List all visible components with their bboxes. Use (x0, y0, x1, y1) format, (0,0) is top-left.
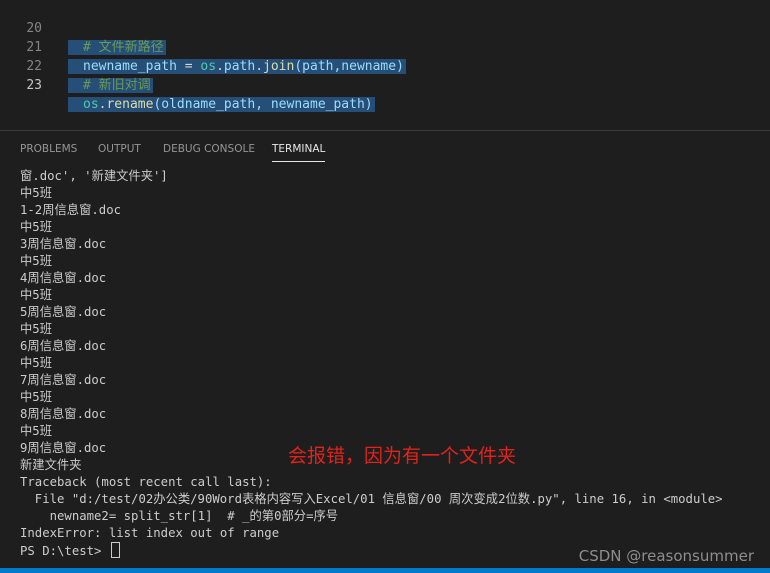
code-function: rename (106, 97, 154, 112)
terminal-line: 窗.doc', '新建文件夹'] (20, 169, 168, 183)
panel-tab-bar: PROBLEMS OUTPUT DEBUG CONSOLE TERMINAL (0, 131, 770, 167)
terminal-prompt: PS D:\test> (20, 544, 109, 558)
terminal-line: IndexError: list index out of range (20, 526, 280, 540)
terminal-line: 中5班 (20, 322, 52, 336)
terminal-line: 中5班 (20, 254, 52, 268)
code-line[interactable]: 23 os.rename(oldname_path, newname_path) (0, 57, 770, 112)
code-line[interactable]: 20 # 文件新路径 (0, 0, 770, 55)
terminal-output[interactable]: 窗.doc', '新建文件夹'] 中5班 1-2周信息窗.doc 中5班 3周信… (20, 168, 765, 559)
code-line[interactable]: 21 newname_path = os.path.join(path,newn… (0, 19, 770, 74)
code-arguments: (oldname_path, newname_path) (153, 97, 373, 112)
terminal-line: Traceback (most recent call last): (20, 475, 272, 489)
code-module: os (83, 97, 99, 112)
error-annotation: 会报错，因为有一个文件夹 (288, 445, 517, 467)
terminal-line: File "d:/test/02办公类/90Word表格内容写入Excel/01… (20, 492, 723, 506)
terminal-line: 3周信息窗.doc (20, 237, 107, 251)
tab-terminal[interactable]: TERMINAL (272, 143, 326, 162)
terminal-line: 8周信息窗.doc (20, 407, 107, 421)
code-editor[interactable]: 20 # 文件新路径 21 newname_path = os.path.joi… (0, 0, 770, 130)
tab-problems[interactable]: PROBLEMS (20, 143, 77, 155)
watermark: CSDN @reasonsummer (578, 547, 754, 565)
terminal-line: 中5班 (20, 288, 52, 302)
terminal-line: 5周信息窗.doc (20, 305, 107, 319)
line-number: 23 (26, 78, 42, 93)
status-bar (0, 568, 770, 573)
terminal-line: newname2= split_str[1] # _的第0部分=序号 (20, 509, 339, 523)
terminal-line: 中5班 (20, 390, 52, 404)
terminal-line: 中5班 (20, 356, 52, 370)
tab-output[interactable]: OUTPUT (98, 143, 141, 155)
tab-debug-console[interactable]: DEBUG CONSOLE (163, 143, 255, 155)
bottom-panel: PROBLEMS OUTPUT DEBUG CONSOLE TERMINAL 窗… (0, 130, 770, 573)
terminal-cursor (110, 542, 120, 558)
terminal-line: 中5班 (20, 424, 52, 438)
code-comment: # 新旧对调 (83, 78, 151, 93)
terminal-line: 1-2周信息窗.doc (20, 203, 122, 217)
code-line[interactable]: 22 # 新旧对调 (0, 38, 770, 93)
terminal-line: 中5班 (20, 186, 52, 200)
terminal-line: 6周信息窗.doc (20, 339, 107, 353)
terminal-line: 中5班 (20, 220, 52, 234)
terminal-line: 7周信息窗.doc (20, 373, 107, 387)
terminal-line: 4周信息窗.doc (20, 271, 107, 285)
